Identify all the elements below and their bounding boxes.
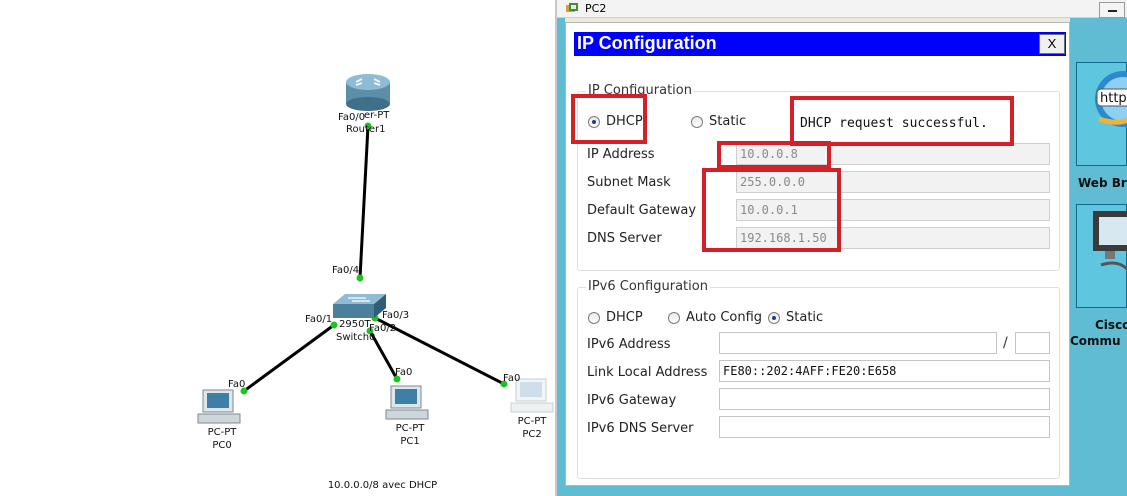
browser-icon-text: http <box>1100 91 1127 106</box>
ipv4-static-label: Static <box>709 114 747 129</box>
pc2-window: PC2 http Web Br Cisco Commu IP Configura… <box>557 0 1127 496</box>
ipv6-dns-server-label: IPv6 DNS Server <box>587 421 694 436</box>
radio-unselected-indicator <box>588 311 600 324</box>
minimize-button[interactable] <box>1099 2 1125 18</box>
ipv6-gateway-field[interactable] <box>719 388 1050 410</box>
pc2-name-label: PC2 <box>522 429 542 440</box>
ipv6-dns-server-field[interactable] <box>719 416 1050 438</box>
annotation-box-mask-gateway-dns <box>702 168 841 252</box>
ipv6-config-group: IPv6 Configuration DHCP Auto Config Stat… <box>577 279 1060 479</box>
pc0-name-label: PC0 <box>212 440 232 451</box>
switch-port-fa04-label: Fa0/4 <box>332 265 360 276</box>
radio-unselected-indicator <box>668 311 680 324</box>
topology-caption: 10.0.0.0/8 avec DHCP <box>327 480 438 491</box>
computer-monitor-icon <box>1093 211 1127 272</box>
default-gateway-label: Default Gateway <box>587 203 697 218</box>
dialog-close-button[interactable]: X <box>1039 34 1065 54</box>
ipv6-prefix-length-field[interactable] <box>1015 332 1050 354</box>
pc0-model-label: PC-PT <box>207 427 237 438</box>
ipv6-gateway-label: IPv6 Gateway <box>587 393 677 408</box>
topology-links <box>197 74 554 424</box>
link-switch-pc0 <box>243 323 335 393</box>
pc1-name-label: PC1 <box>400 436 420 447</box>
ipv6-auto-config-label: Auto Config <box>686 310 763 325</box>
annotation-box-dhcp <box>571 94 647 144</box>
dns-server-label: DNS Server <box>587 231 662 246</box>
switch-port-fa01-label: Fa0/1 <box>305 314 333 325</box>
pc0-computer-icon[interactable] <box>197 389 241 424</box>
cisco-app-label-line2[interactable]: Commu <box>1070 334 1121 348</box>
web-browser-label[interactable]: Web Br <box>1078 176 1127 190</box>
ip-address-label: IP Address <box>587 147 655 162</box>
window-title: PC2 <box>585 2 607 15</box>
pc1-port-label: Fa0 <box>395 367 413 378</box>
ipv6-dhcp-label: DHCP <box>606 310 643 325</box>
ipv6-address-field[interactable] <box>719 332 997 354</box>
ipv6-static-label: Static <box>786 310 824 325</box>
router-icon[interactable] <box>346 74 390 111</box>
web-browser-tile[interactable]: http <box>1076 62 1127 166</box>
link-router-switch <box>358 125 370 279</box>
ipv6-group-legend: IPv6 Configuration <box>586 279 710 294</box>
subnet-mask-label: Subnet Mask <box>587 175 671 190</box>
radio-selected-indicator <box>768 311 780 324</box>
annotation-box-ip-address <box>717 141 831 169</box>
link-local-address-label: Link Local Address <box>587 365 708 380</box>
annotation-box-status <box>790 96 1014 146</box>
window-frame-bottom <box>565 486 1127 496</box>
pc2-model-label: PC-PT <box>517 416 547 427</box>
switch-port-fa03-label: Fa0/3 <box>382 310 410 321</box>
router-name-label: Router1 <box>346 124 386 135</box>
pc0-port-label: Fa0 <box>228 379 246 390</box>
router-model-label: er-PT <box>364 110 390 121</box>
ipv6-address-label: IPv6 Address <box>587 337 671 352</box>
switch-icon[interactable] <box>333 294 386 318</box>
cisco-communicator-tile[interactable] <box>1076 204 1127 308</box>
link-local-address-field[interactable]: FE80::202:4AFF:FE20:E658 <box>719 360 1050 382</box>
screenshot-root: Fa0/0 er-PT Router1 Fa0/4 Fa0/1 2950T Fa… <box>0 0 1127 496</box>
ipv6-dhcp-radio[interactable]: DHCP <box>588 310 643 325</box>
prefix-separator: / <box>1003 335 1008 351</box>
radio-unselected-indicator <box>691 115 703 128</box>
switch-model-label: 2950T <box>339 319 371 330</box>
cisco-app-label-line1[interactable]: Cisco <box>1095 318 1127 332</box>
window-titlebar[interactable]: PC2 <box>557 0 1127 18</box>
switch-name-label: Switch0 <box>336 332 376 343</box>
network-topology-canvas[interactable]: Fa0/0 er-PT Router1 Fa0/4 Fa0/1 2950T Fa… <box>0 0 555 496</box>
web-browser-icon: http <box>1095 71 1127 127</box>
ipv4-static-radio[interactable]: Static <box>691 114 746 129</box>
pc1-computer-icon[interactable] <box>385 385 429 420</box>
pc2-port-label: Fa0 <box>503 373 521 384</box>
dialog-title: IP Configuration <box>577 33 717 53</box>
router-port-label: Fa0/0 <box>338 112 366 123</box>
window-frame-left <box>557 18 565 496</box>
ipv6-static-radio[interactable]: Static <box>768 310 823 325</box>
ipv6-auto-config-radio[interactable]: Auto Config <box>668 310 762 325</box>
pc1-model-label: PC-PT <box>395 423 425 434</box>
packet-tracer-icon <box>566 3 578 12</box>
ip-configuration-dialog: IP Configuration X IP Configuration DHCP… <box>565 22 1070 486</box>
dialog-titlebar[interactable]: IP Configuration X <box>574 32 1066 56</box>
